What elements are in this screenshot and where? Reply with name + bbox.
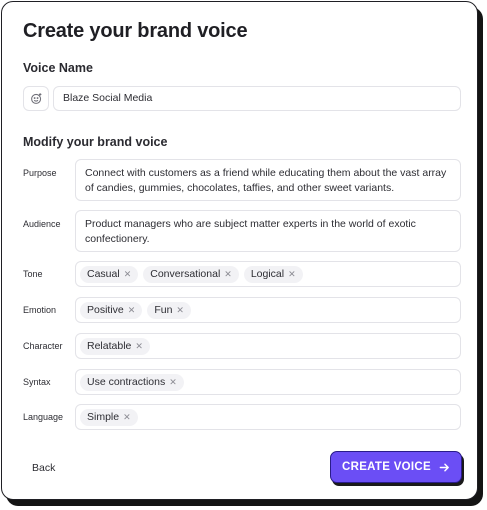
- chip-label: Simple: [87, 411, 120, 423]
- page-title: Create your brand voice: [23, 20, 248, 42]
- purpose-textarea[interactable]: Connect with customers as a friend while…: [75, 159, 461, 201]
- chip: Fun ✕: [147, 301, 191, 319]
- create-voice-label: CREATE VOICE: [341, 461, 431, 473]
- language-label: Language: [23, 412, 64, 422]
- emotion-chip-field[interactable]: Positive ✕ Fun ✕: [75, 297, 461, 323]
- brand-voice-card: Create your brand voice Voice Name Blaze…: [1, 1, 478, 500]
- remove-chip-icon[interactable]: ✕: [135, 341, 143, 351]
- chip: Conversational ✕: [143, 265, 239, 283]
- voice-name-label: Voice Name: [23, 61, 93, 75]
- tone-label: Tone: [23, 269, 43, 279]
- emoji-add-icon: [30, 93, 41, 104]
- arrow-right-icon: [439, 463, 449, 471]
- chip: Relatable ✕: [80, 337, 150, 355]
- tone-chip-field[interactable]: Casual ✕ Conversational ✕ Logical ✕: [75, 261, 461, 287]
- back-button[interactable]: Back: [32, 462, 55, 474]
- remove-chip-icon[interactable]: ✕: [128, 305, 136, 315]
- language-chip-field[interactable]: Simple ✕: [75, 404, 461, 430]
- remove-chip-icon[interactable]: ✕: [123, 412, 131, 422]
- chip: Casual ✕: [80, 265, 139, 283]
- chip-label: Positive: [87, 304, 124, 316]
- purpose-label: Purpose: [23, 168, 57, 178]
- remove-chip-icon[interactable]: ✕: [224, 269, 232, 279]
- syntax-chip-field[interactable]: Use contractions ✕: [75, 369, 461, 395]
- remove-chip-icon[interactable]: ✕: [169, 377, 177, 387]
- chip-label: Logical: [250, 268, 285, 280]
- chip: Use contractions ✕: [80, 373, 184, 391]
- audience-textarea[interactable]: Product managers who are subject matter …: [75, 210, 461, 252]
- emoji-picker-button[interactable]: [23, 86, 49, 111]
- chip: Simple ✕: [80, 408, 138, 426]
- syntax-label: Syntax: [23, 377, 51, 387]
- modify-heading: Modify your brand voice: [23, 135, 168, 149]
- chip-label: Relatable: [87, 340, 132, 352]
- character-label: Character: [23, 341, 63, 351]
- remove-chip-icon[interactable]: ✕: [124, 269, 132, 279]
- purpose-value: Connect with customers as a friend while…: [85, 167, 447, 194]
- chip-label: Use contractions: [87, 376, 166, 388]
- audience-value: Product managers who are subject matter …: [85, 218, 416, 245]
- chip-label: Conversational: [150, 268, 221, 280]
- create-voice-button[interactable]: CREATE VOICE: [330, 451, 462, 483]
- remove-chip-icon[interactable]: ✕: [288, 269, 296, 279]
- emotion-label: Emotion: [23, 305, 57, 315]
- audience-label: Audience: [23, 219, 61, 229]
- voice-name-value: Blaze Social Media: [63, 92, 153, 104]
- chip: Logical ✕: [243, 265, 303, 283]
- remove-chip-icon[interactable]: ✕: [176, 305, 184, 315]
- voice-name-input[interactable]: Blaze Social Media: [53, 86, 461, 111]
- chip-label: Casual: [87, 268, 120, 280]
- chip: Positive ✕: [80, 301, 143, 319]
- chip-label: Fun: [154, 304, 173, 316]
- character-chip-field[interactable]: Relatable ✕: [75, 333, 461, 359]
